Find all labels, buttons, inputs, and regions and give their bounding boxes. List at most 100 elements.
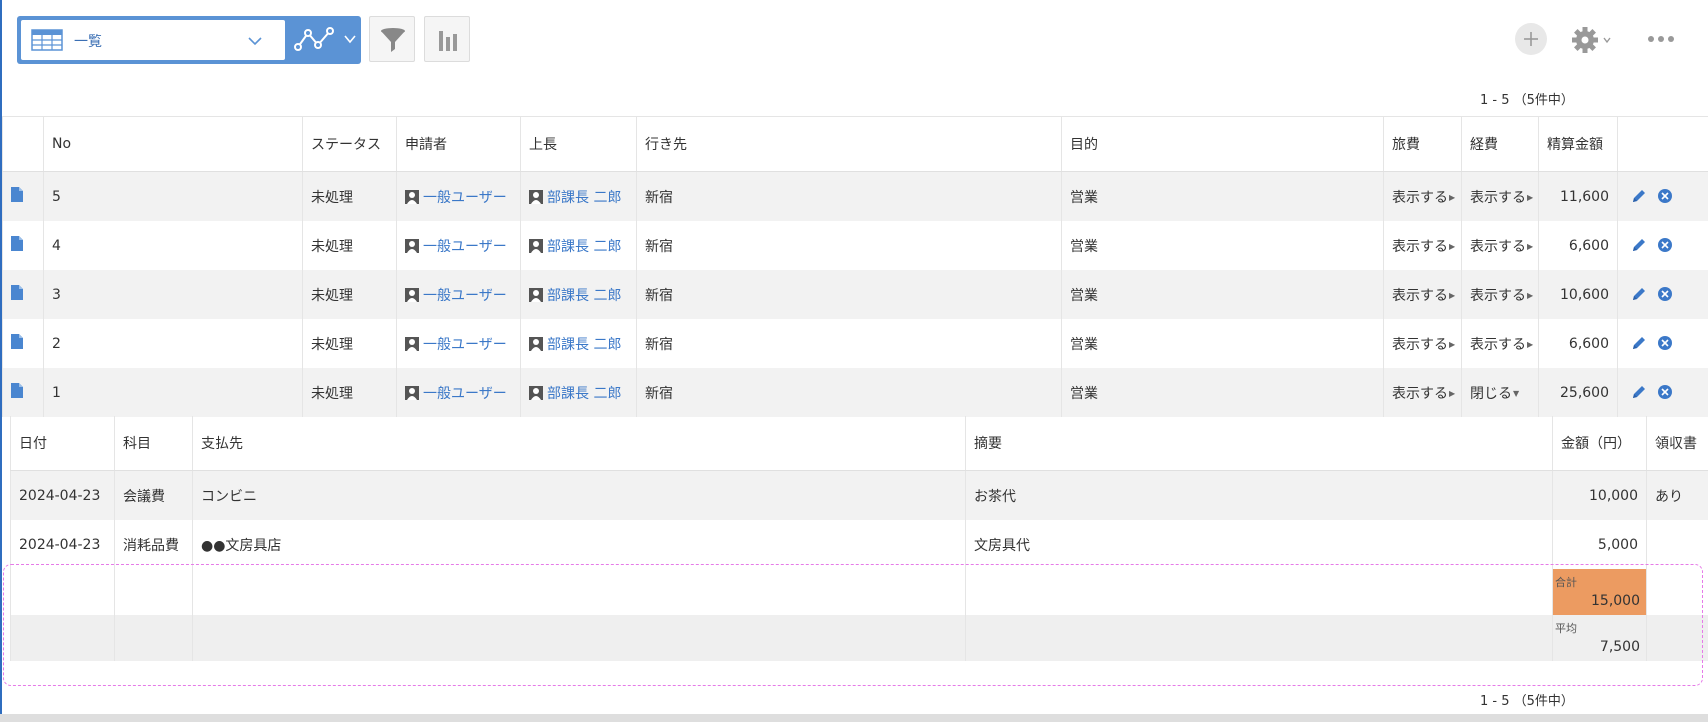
table-row[interactable]: 5 未処理 一般ユーザー 部課長 二郎 新宿 営業 表示する▶ 表示する▶ 11,600 xyxy=(2,171,1708,221)
header-expense[interactable]: 経費 xyxy=(1461,116,1539,172)
row-detail-link[interactable] xyxy=(2,171,44,221)
filter-button[interactable] xyxy=(369,16,415,62)
user-icon xyxy=(529,189,543,204)
pager-bottom: 1 - 5 （5件中） xyxy=(1480,694,1574,709)
summary-average-cell: 平均 7,500 xyxy=(1552,615,1647,661)
delete-button[interactable] xyxy=(1657,287,1673,303)
travel-toggle[interactable]: 表示する▶ xyxy=(1383,270,1462,319)
header-destination[interactable]: 行き先 xyxy=(636,116,1062,172)
view-dropdown[interactable]: 一覧 xyxy=(21,20,285,60)
document-icon xyxy=(11,236,23,251)
cell-amount: 10,600 xyxy=(1538,270,1618,319)
delete-button[interactable] xyxy=(1657,385,1673,401)
edit-pencil-icon[interactable] xyxy=(1631,188,1647,204)
edit-button[interactable] xyxy=(1631,189,1647,205)
detail-row: 2024-04-23 会議費 コンビニ お茶代 10,000 あり xyxy=(10,470,1708,520)
row-detail-link[interactable] xyxy=(2,270,44,319)
summary-empty xyxy=(114,615,193,661)
boss-link[interactable]: 部課長 二郎 xyxy=(547,386,621,402)
user-icon xyxy=(529,336,543,351)
travel-toggle[interactable]: 表示する▶ xyxy=(1383,368,1462,417)
cell-boss: 部課長 二郎 xyxy=(520,221,637,270)
applicant-link[interactable]: 一般ユーザー xyxy=(423,239,507,255)
detail-receipt xyxy=(1646,520,1708,569)
expense-toggle[interactable]: 表示する▶ xyxy=(1461,221,1539,270)
edit-pencil-icon[interactable] xyxy=(1631,237,1647,253)
table-row[interactable]: 3 未処理 一般ユーザー 部課長 二郎 新宿 営業 表示する▶ 表示する▶ 10,600 xyxy=(2,270,1708,319)
row-actions xyxy=(1617,221,1708,270)
travel-toggle[interactable]: 表示する▶ xyxy=(1383,171,1462,221)
header-boss[interactable]: 上長 xyxy=(520,116,637,172)
graph-line-icon[interactable] xyxy=(294,25,336,55)
header-no[interactable]: No xyxy=(43,116,303,172)
cell-no: 5 xyxy=(43,171,303,221)
cell-purpose: 営業 xyxy=(1061,270,1384,319)
cell-status: 未処理 xyxy=(302,221,397,270)
boss-link[interactable]: 部課長 二郎 xyxy=(547,239,621,255)
cell-amount: 6,600 xyxy=(1538,319,1618,368)
expense-toggle[interactable]: 表示する▶ xyxy=(1461,171,1539,221)
edit-pencil-icon[interactable] xyxy=(1631,384,1647,400)
detail-receipt: あり xyxy=(1646,470,1708,520)
header-applicant[interactable]: 申請者 xyxy=(396,116,521,172)
chart-button[interactable] xyxy=(424,16,470,62)
applicant-link[interactable]: 一般ユーザー xyxy=(423,337,507,353)
add-button[interactable] xyxy=(1515,23,1547,55)
edit-button[interactable] xyxy=(1631,385,1647,401)
table-row[interactable]: 4 未処理 一般ユーザー 部課長 二郎 新宿 営業 表示する▶ 表示する▶ 6,600 xyxy=(2,221,1708,270)
boss-link[interactable]: 部課長 二郎 xyxy=(547,288,621,304)
boss-link[interactable]: 部課長 二郎 xyxy=(547,337,621,353)
edit-button[interactable] xyxy=(1631,336,1647,352)
header-purpose[interactable]: 目的 xyxy=(1061,116,1384,172)
view-selector[interactable]: 一覧 xyxy=(17,16,361,64)
table-row[interactable]: 2 未処理 一般ユーザー 部課長 二郎 新宿 営業 表示する▶ 表示する▶ 6,600 xyxy=(2,319,1708,368)
travel-toggle[interactable]: 表示する▶ xyxy=(1383,221,1462,270)
applicant-link[interactable]: 一般ユーザー xyxy=(423,190,507,206)
expense-toggle[interactable]: 表示する▶ xyxy=(1461,270,1539,319)
chevron-down-icon[interactable] xyxy=(343,32,357,46)
delete-circle-icon[interactable] xyxy=(1657,286,1673,302)
expense-toggle[interactable]: 表示する▶ xyxy=(1461,319,1539,368)
header-travel[interactable]: 旅費 xyxy=(1383,116,1462,172)
row-detail-link[interactable] xyxy=(2,368,44,417)
edit-button[interactable] xyxy=(1631,287,1647,303)
row-detail-link[interactable] xyxy=(2,319,44,368)
edit-button[interactable] xyxy=(1631,238,1647,254)
cell-destination: 新宿 xyxy=(636,221,1062,270)
expense-toggle[interactable]: 閉じる▼ xyxy=(1461,368,1539,417)
summary-total-value: 15,000 xyxy=(1591,593,1640,609)
delete-button[interactable] xyxy=(1657,238,1673,254)
settings-button[interactable] xyxy=(1571,25,1615,55)
delete-circle-icon[interactable] xyxy=(1657,335,1673,351)
cell-applicant: 一般ユーザー xyxy=(396,221,521,270)
detail-category: 消耗品費 xyxy=(114,520,193,569)
bottom-scroll-area xyxy=(0,714,1708,722)
applicant-link[interactable]: 一般ユーザー xyxy=(423,288,507,304)
delete-circle-icon[interactable] xyxy=(1657,237,1673,253)
cell-no: 1 xyxy=(43,368,303,417)
cell-amount: 25,600 xyxy=(1538,368,1618,417)
cell-amount: 11,600 xyxy=(1538,171,1618,221)
document-icon xyxy=(11,383,23,398)
travel-toggle-label: 表示する xyxy=(1392,189,1448,206)
delete-circle-icon[interactable] xyxy=(1657,384,1673,400)
user-icon xyxy=(405,238,419,253)
delete-button[interactable] xyxy=(1657,336,1673,352)
travel-toggle[interactable]: 表示する▶ xyxy=(1383,319,1462,368)
cell-no: 4 xyxy=(43,221,303,270)
edit-pencil-icon[interactable] xyxy=(1631,335,1647,351)
more-icon xyxy=(1648,36,1674,42)
header-amount[interactable]: 精算金額 xyxy=(1538,116,1618,172)
more-button[interactable] xyxy=(1646,31,1676,47)
table-row[interactable]: 1 未処理 一般ユーザー 部課長 二郎 新宿 営業 表示する▶ 閉じる▼ 25,600 xyxy=(2,368,1708,417)
cell-status: 未処理 xyxy=(302,319,397,368)
row-detail-link[interactable] xyxy=(2,221,44,270)
summary-empty xyxy=(965,615,1553,661)
boss-link[interactable]: 部課長 二郎 xyxy=(547,190,621,206)
header-status[interactable]: ステータス xyxy=(302,116,397,172)
caret-right-icon: ▶ xyxy=(1449,290,1456,300)
delete-button[interactable] xyxy=(1657,189,1673,205)
edit-pencil-icon[interactable] xyxy=(1631,286,1647,302)
delete-circle-icon[interactable] xyxy=(1657,188,1673,204)
applicant-link[interactable]: 一般ユーザー xyxy=(423,386,507,402)
